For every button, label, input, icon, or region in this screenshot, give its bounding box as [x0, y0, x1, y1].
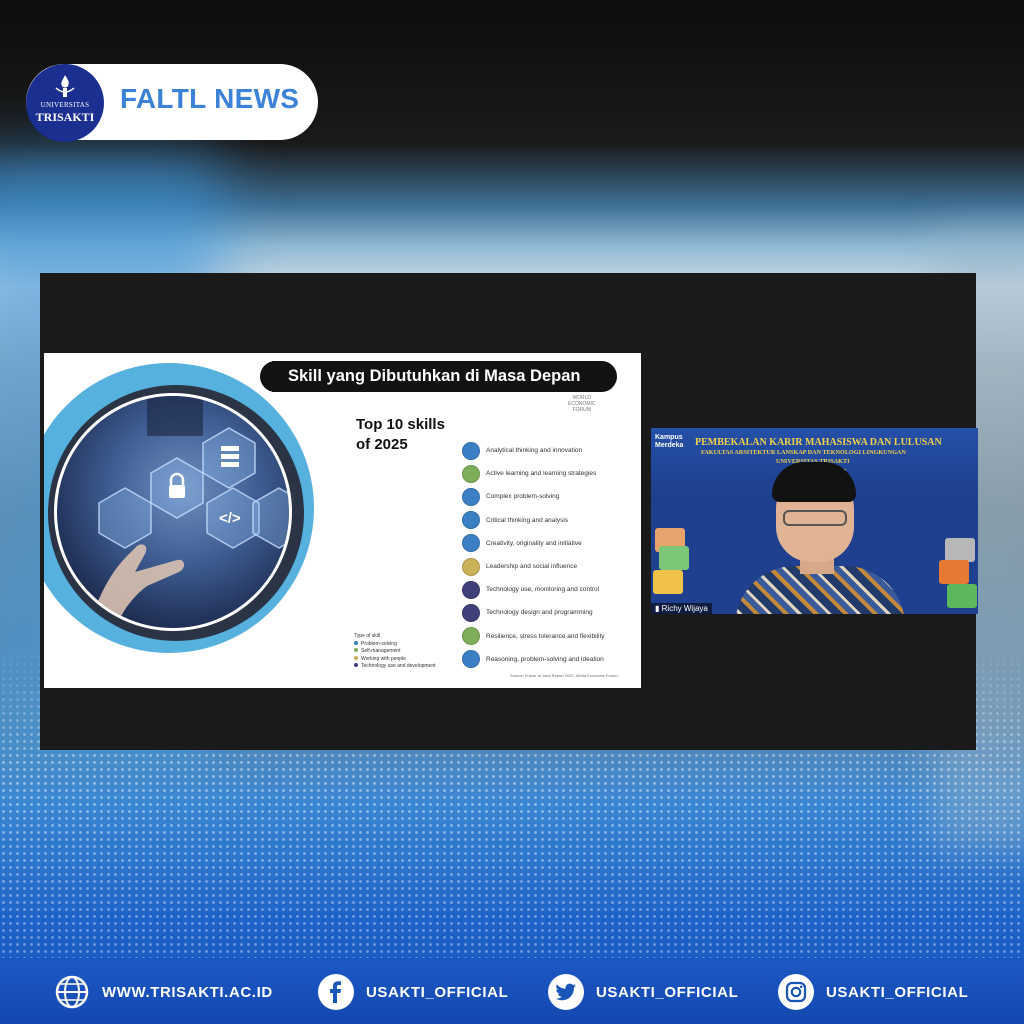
banner-line-1: PEMBEKALAN KARIR MAHASISWA DAN LULUSAN [695, 437, 942, 448]
deco-tile [659, 546, 689, 570]
torch-icon [55, 75, 75, 97]
wef-line-3: FORUM [572, 407, 591, 413]
footer-website[interactable]: WWW.TRISAKTI.AC.ID [54, 972, 273, 1012]
skill-icon [462, 603, 480, 622]
skill-item: Technology design and programming [462, 601, 605, 624]
svg-text:</>: </> [219, 510, 241, 527]
facebook-icon [318, 974, 354, 1010]
footer-facebook[interactable]: USAKTI_OFFICIAL [318, 972, 508, 1012]
slide-title: Skill yang Dibutuhkan di Masa Depan [260, 361, 617, 392]
heading-line-2: of 2025 [356, 436, 408, 453]
skill-icon [462, 511, 480, 530]
logo-line-2: TRISAKTI [35, 110, 95, 124]
slide-source: Source: Future of Jobs Report 2020, Worl… [510, 673, 619, 678]
skill-item: Critical thinking and analysis [462, 509, 605, 532]
shared-slide: </> Skill yang Dibutuhkan di Masa Depan … [44, 353, 641, 688]
legend-dot [354, 640, 358, 645]
skill-item: Analytical thinking and innovation [462, 439, 605, 462]
skill-item: Leadership and social influence [462, 555, 605, 578]
skill-item: Resilience, stress tolerance and flexibi… [462, 625, 605, 648]
legend-label: Self-management [361, 648, 401, 654]
type-of-skill-legend: Type of skill Problem-solving Self-manage… [354, 633, 436, 671]
speaker-hair [772, 462, 856, 502]
skill-icon [462, 441, 480, 460]
skill-icon [462, 650, 480, 669]
globe-icon [54, 974, 90, 1010]
skill-icon [462, 534, 480, 553]
legend-dot [354, 648, 358, 652]
skill-label: Critical thinking and analysis [486, 516, 569, 524]
instagram-icon [778, 974, 814, 1010]
wef-logo: WORLD ECONOMIC FORUM [568, 395, 596, 413]
skill-label: Technology design and programming [486, 609, 593, 617]
instagram-text: USAKTI_OFFICIAL [826, 983, 969, 1001]
signal-icon: ▮ [655, 604, 660, 613]
skill-label: Analytical thinking and innovation [486, 447, 583, 455]
legend-label: Working with people [361, 655, 406, 662]
speaker-video[interactable]: Kampus Merdeka PEMBEKALAN KARIR MAHASISW… [651, 428, 978, 614]
footer-twitter[interactable]: USAKTI_OFFICIAL [548, 972, 738, 1012]
skill-icon [462, 580, 480, 599]
banner-line-2: FAKULTAS ARSITEKTUR LANSKAP DAN TEKNOLOG… [701, 449, 906, 456]
twitter-icon [548, 974, 584, 1010]
skill-label: Active learning and learning strategies [486, 470, 597, 478]
skill-icon [462, 627, 480, 646]
skill-label: Creativity, originality and initiative [486, 539, 582, 547]
deco-tile [939, 560, 969, 584]
trisakti-logo: UNIVERSITAS TRISAKTI [26, 64, 104, 142]
skill-item: Complex problem-solving [462, 485, 605, 508]
deco-tile [653, 570, 683, 594]
skill-item: Reasoning, problem-solving and ideation [462, 648, 605, 671]
skill-label: Resilience, stress tolerance and flexibi… [486, 632, 605, 640]
legend-item: Problem-solving [354, 640, 436, 649]
facebook-text: USAKTI_OFFICIAL [366, 983, 509, 1001]
skills-list: Analytical thinking and innovation Active… [462, 439, 605, 671]
heading-line-1: Top 10 skills [356, 416, 445, 433]
footer: WWW.TRISAKTI.AC.ID USAKTI_OFFICIAL USAKT… [0, 972, 1024, 1012]
legend-dot [354, 655, 358, 660]
twitter-text: USAKTI_OFFICIAL [596, 983, 739, 1001]
news-title: FALTL NEWS [120, 83, 300, 114]
legend-dot [354, 663, 358, 667]
legend-item: Working with people [354, 655, 436, 664]
skill-label: Complex problem-solving [486, 493, 560, 501]
legend-label: Technology use and development [361, 663, 436, 669]
kampus-merdeka-logo: Kampus Merdeka [655, 434, 683, 450]
skill-item: Creativity, originality and initiative [462, 532, 605, 555]
legend-item: Technology use and development [354, 663, 436, 671]
skill-label: Leadership and social influence [486, 563, 578, 571]
kampus-line-1: Kampus [655, 434, 683, 441]
skill-item: Active learning and learning strategies [462, 462, 605, 485]
legend-item: Self-management [354, 648, 436, 656]
legend-label: Problem-solving [361, 640, 397, 647]
logo-line-1: UNIVERSITAS [40, 101, 90, 109]
skill-label: Reasoning, problem-solving and ideation [486, 655, 604, 663]
deco-tile [947, 584, 977, 608]
skill-icon [462, 464, 480, 483]
cyber-security-image: </> [54, 393, 292, 631]
legend-title: Type of skill [354, 633, 381, 639]
meeting-screen: </> Skill yang Dibutuhkan di Masa Depan … [40, 273, 978, 750]
kampus-line-2: Merdeka [655, 442, 684, 449]
participant-name: Richy Wijaya [661, 604, 708, 613]
footer-instagram[interactable]: USAKTI_OFFICIAL [778, 972, 968, 1012]
hexagon-graphic: </> [88, 396, 289, 628]
speaker-glasses [783, 510, 847, 526]
skill-item: Technology use, monitoring and control [462, 578, 605, 601]
skill-label: Technology use, monitoring and control [486, 586, 600, 594]
website-text: WWW.TRISAKTI.AC.ID [102, 983, 273, 1001]
deco-tile [945, 538, 975, 562]
participant-name-tag: ▮ Richy Wijaya [651, 603, 712, 614]
skill-icon [462, 557, 480, 576]
skill-icon [462, 487, 480, 506]
news-badge: UNIVERSITAS TRISAKTI FALTL NEWS [26, 64, 318, 142]
slide-heading: Top 10 skills of 2025 [356, 415, 445, 455]
